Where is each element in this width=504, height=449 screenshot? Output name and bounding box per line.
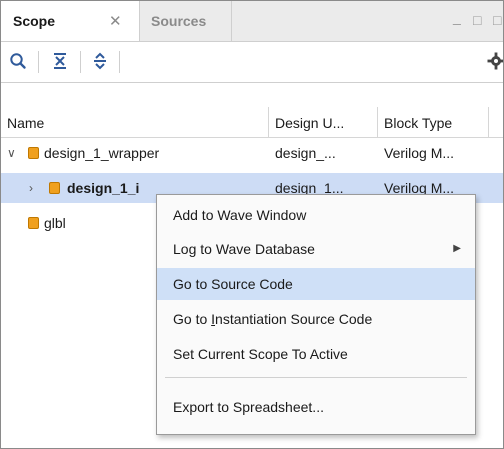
menu-item-add-to-wave-window[interactable]: Add to Wave Window [157, 199, 475, 231]
minimize-icon[interactable]: _ [453, 9, 461, 25]
column-divider[interactable] [268, 107, 269, 137]
block-icon [28, 217, 39, 229]
tree-row[interactable]: ∨ design_1_wrapper design_... Verilog M.… [1, 138, 503, 168]
maximize-icon[interactable]: □ [473, 12, 481, 28]
row-name: design_1_wrapper [44, 145, 160, 161]
chevron-right-icon[interactable]: › [29, 173, 33, 203]
column-header: Name Design U... Block Type [1, 107, 503, 138]
column-divider[interactable] [377, 107, 378, 137]
menu-item-label: Log to Wave Database [173, 241, 315, 257]
chevron-down-icon[interactable]: ∨ [7, 138, 16, 168]
menu-item-go-to-source-code[interactable]: Go to Source Code [157, 268, 475, 300]
collapse-all-icon[interactable] [49, 50, 71, 72]
menu-item-log-to-wave-database[interactable]: Log to Wave Database ▶ [157, 233, 475, 265]
column-design-unit[interactable]: Design U... [275, 107, 344, 137]
menu-item-go-to-instantiation-source-code[interactable]: Go to Instantiation Source Code [157, 303, 475, 335]
menu-item-label: Add to Wave Window [173, 207, 307, 223]
context-menu: Add to Wave Window Log to Wave Database … [156, 194, 476, 435]
tab-scope[interactable]: Scope ✕ [1, 1, 140, 41]
submenu-arrow-icon: ▶ [453, 243, 461, 254]
close-tab-icon[interactable]: ✕ [109, 12, 122, 30]
tab-sources[interactable]: Sources [139, 1, 232, 41]
search-icon[interactable] [7, 50, 29, 72]
scope-panel: Scope ✕ Sources _ □ □ Name Design U... B… [0, 0, 504, 449]
menu-item-label-part: Go to [173, 311, 212, 327]
menu-item-export-to-spreadsheet[interactable]: Export to Spreadsheet... [157, 391, 475, 423]
toolbar-separator [38, 51, 39, 73]
menu-item-label-part: nstantiation Source Code [215, 311, 373, 327]
row-name: glbl [44, 215, 66, 231]
column-name[interactable]: Name [7, 107, 44, 137]
menu-separator [165, 377, 467, 378]
restore-icon[interactable]: □ [493, 12, 501, 28]
row-design-unit: design_... [275, 145, 336, 161]
gear-icon[interactable] [485, 50, 503, 72]
toolbar [1, 42, 503, 83]
block-icon [49, 182, 60, 194]
tab-scope-label: Scope [13, 13, 56, 29]
block-icon [28, 147, 39, 159]
menu-item-label: Export to Spreadsheet... [173, 399, 324, 415]
menu-item-label: Go to Instantiation Source Code [173, 303, 372, 335]
toolbar-separator [80, 51, 81, 73]
toolbar-separator [119, 51, 120, 73]
column-block-type[interactable]: Block Type [384, 107, 452, 137]
menu-item-label: Set Current Scope To Active [173, 346, 348, 362]
menu-item-label: Go to Source Code [173, 276, 293, 292]
row-block-type: Verilog M... [384, 145, 455, 161]
menu-item-set-current-scope-to-active[interactable]: Set Current Scope To Active [157, 338, 475, 370]
tab-bar: Scope ✕ Sources _ □ □ [1, 1, 503, 42]
expand-all-icon[interactable] [89, 50, 111, 72]
tab-sources-label: Sources [151, 13, 207, 29]
column-divider[interactable] [488, 107, 489, 137]
